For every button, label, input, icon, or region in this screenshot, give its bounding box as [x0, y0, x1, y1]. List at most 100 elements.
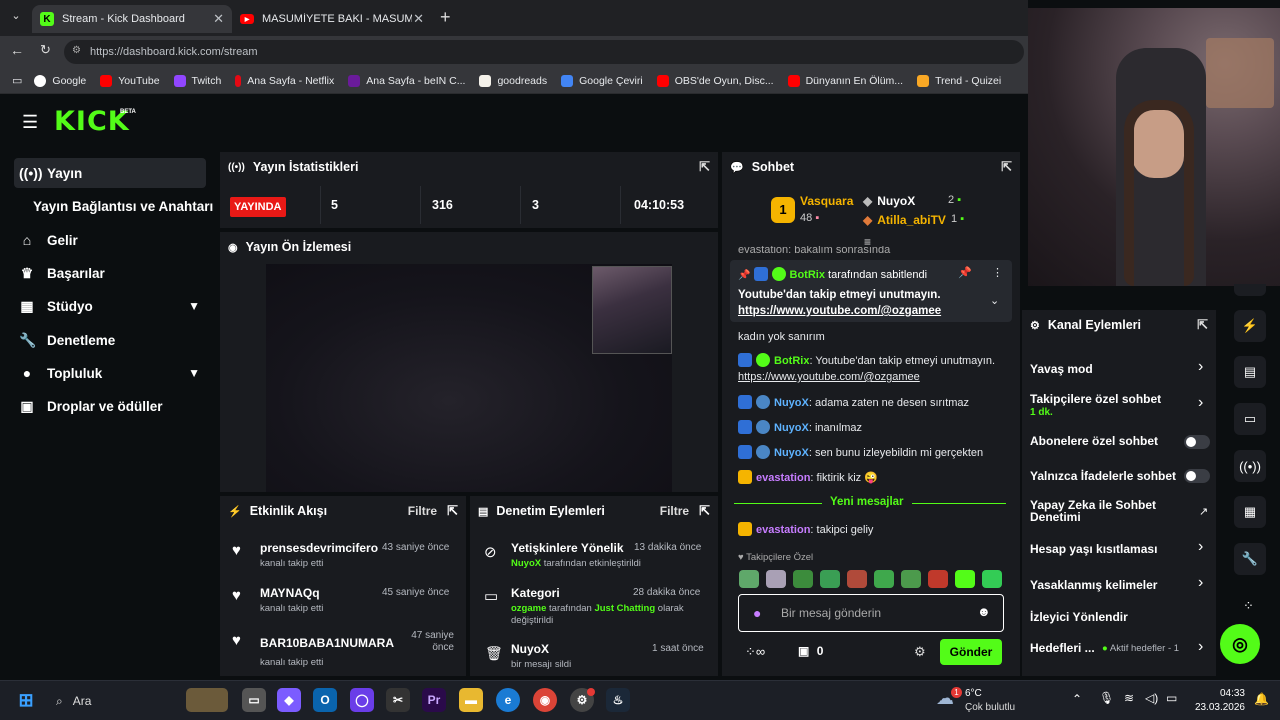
clock-date[interactable]: 23.03.2026 — [1187, 702, 1245, 713]
tab-search-icon[interactable]: ⌄ — [6, 9, 26, 27]
apps-icon[interactable]: ▭ — [12, 74, 22, 87]
wrench-icon[interactable]: 🔧 — [1234, 543, 1266, 575]
broadcast-icon[interactable]: ((•)) — [1234, 450, 1266, 482]
mod-actor[interactable]: ozgame — [511, 603, 546, 614]
rail-button-partial[interactable] — [1234, 284, 1266, 296]
emoji-icon[interactable]: ☻ — [977, 604, 991, 619]
bookmark-goodreads[interactable]: goodreads — [479, 74, 547, 87]
emote-icon[interactable] — [793, 570, 813, 588]
emote-icon[interactable] — [901, 570, 921, 588]
mod-action-title[interactable]: NuyoX — [511, 642, 549, 656]
site-info-icon[interactable]: ⚙ — [72, 45, 81, 56]
popout-icon[interactable]: ⇱ — [1197, 317, 1208, 333]
chat-username[interactable]: evastation — [756, 524, 810, 536]
action-slow-mode[interactable]: Yavaş mod — [1030, 362, 1210, 376]
chrome-icon[interactable]: ◉ — [533, 688, 557, 712]
emote-icon[interactable] — [982, 570, 1002, 588]
bookmark-google[interactable]: Google — [34, 74, 86, 87]
bookmark-netflix[interactable]: Ana Sayfa - Netflix — [235, 74, 334, 87]
kick-logo[interactable]: KICK — [54, 106, 130, 137]
emote-icon[interactable] — [820, 570, 840, 588]
lightning-icon[interactable]: ⚡ — [1234, 310, 1266, 342]
sidebar-item-droplar[interactable]: ▣ Droplar ve ödüller — [14, 391, 206, 421]
gift-icon[interactable]: ▣ — [798, 644, 809, 658]
drops-icon[interactable]: ⁘ — [1243, 598, 1254, 614]
action-ai-moderation[interactable]: Yapay Zeka ile Sohbet Denetimi — [1030, 499, 1180, 523]
battery-icon[interactable]: ▭ — [1166, 691, 1177, 705]
microphone-icon[interactable]: 🎙 — [1099, 691, 1114, 705]
emote-icon[interactable] — [847, 570, 867, 588]
steam-icon[interactable]: ♨ — [606, 688, 630, 712]
sidebar-item-denetleme[interactable]: 🔧 Denetleme — [14, 325, 206, 355]
tab-close-icon[interactable]: ✕ — [213, 11, 224, 27]
chat-username[interactable]: NuyoX — [774, 422, 809, 434]
windows-start-icon[interactable]: ⊞ — [14, 688, 38, 712]
task-view-icon[interactable]: ▭ — [242, 688, 266, 712]
drops-icon[interactable]: ⁘∞ — [745, 644, 765, 660]
chat-message-input[interactable]: ● Bir mesaj gönderin ☻ — [738, 594, 1004, 632]
chevron-up-icon[interactable]: ⌃ — [1072, 692, 1082, 706]
chevron-right-icon[interactable]: › — [1198, 394, 1203, 412]
more-icon[interactable]: ⋮ — [992, 266, 1003, 279]
pinned-user[interactable]: BotRix — [790, 269, 825, 281]
back-icon[interactable]: ← — [10, 42, 24, 58]
bookmark-dunya[interactable]: Dünyanın En Ölüm... — [787, 74, 903, 87]
sidebar-item-studyo[interactable]: ▦ Stüdyo ▼ — [14, 291, 206, 321]
volume-icon[interactable]: ◁) — [1145, 691, 1158, 705]
microphone-icon[interactable]: ● — [753, 605, 761, 621]
bookmark-youtube[interactable]: YouTube — [100, 74, 160, 87]
action-subscribers-only[interactable]: Abonelere özel sohbet — [1030, 434, 1210, 448]
leaderboard-name[interactable]: Atilla_abiTV — [877, 213, 946, 227]
emote-icon[interactable] — [955, 570, 975, 588]
tab-youtube-video[interactable]: ▶ MASUMİYETE BAKI - MASUMİYET ✕ — [232, 5, 432, 33]
bookmark-bein[interactable]: Ana Sayfa - beIN C... — [348, 74, 465, 87]
bookmark-obs[interactable]: OBS'de Oyun, Disc... — [656, 74, 774, 87]
send-button[interactable]: Gönder — [940, 639, 1002, 665]
action-raid[interactable]: İzleyici Yönlendir — [1030, 610, 1210, 624]
emote-icon[interactable] — [766, 570, 786, 588]
action-followers-only[interactable]: Takipçilere özel sohbet — [1030, 392, 1210, 406]
edge-icon[interactable]: e — [496, 688, 520, 712]
leaderboard-name[interactable]: NuyoX — [877, 194, 915, 208]
pinned-message[interactable]: 📌 BotRix tarafından sabitlendi 📌 ⋮ Youtu… — [730, 260, 1012, 322]
sidebar-item-yayin[interactable]: ((•)) Yayın — [14, 158, 206, 188]
chat-username[interactable]: evastation — [756, 472, 810, 484]
subscribers-only-toggle[interactable] — [1184, 435, 1210, 449]
action-account-age[interactable]: Hesap yaşı kısıtlaması — [1030, 542, 1210, 556]
bookmark-quizei[interactable]: Trend - Quizei — [917, 74, 1001, 87]
follower-name[interactable]: BAR10BABA1NUMARA — [260, 636, 394, 650]
file-explorer-icon[interactable]: ▬ — [459, 688, 483, 712]
support-chat-icon[interactable]: ◎ — [1220, 624, 1260, 664]
obs-icon[interactable]: ◯ — [350, 688, 374, 712]
bookmark-twitch[interactable]: Twitch — [173, 74, 221, 87]
copilot-icon[interactable]: ◆ — [277, 688, 301, 712]
message-link[interactable]: https://www.youtube.com/@ozgamee — [738, 371, 920, 383]
action-banned-words[interactable]: Yasaklanmış kelimeler — [1030, 578, 1210, 592]
chevron-right-icon[interactable]: › — [1198, 538, 1203, 556]
chat-bubble-icon[interactable]: ▭ — [1234, 403, 1266, 435]
sidebar-item-basarilar[interactable]: ♛ Başarılar — [14, 258, 206, 288]
chevron-right-icon[interactable]: › — [1198, 574, 1203, 592]
emotes-only-toggle[interactable] — [1184, 469, 1210, 483]
gear-icon[interactable]: ⚙ — [914, 644, 926, 660]
clock-time[interactable]: 04:33 — [1193, 688, 1245, 699]
premiere-icon[interactable]: Pr — [422, 688, 446, 712]
filter-button[interactable]: Filtre — [660, 504, 689, 518]
outlook-icon[interactable]: O — [313, 688, 337, 712]
follower-name[interactable]: prensesdevrimcifero — [260, 541, 378, 555]
chevron-right-icon[interactable]: › — [1198, 358, 1203, 376]
sidebar-item-topluluk[interactable]: ● Topluluk ▼ — [14, 358, 206, 388]
new-messages-label[interactable]: Yeni mesajlar — [822, 496, 912, 508]
layout-icon[interactable]: ▦ — [1234, 496, 1266, 528]
popout-icon[interactable]: ⇱ — [447, 503, 458, 519]
action-emotes-only[interactable]: Yalnızca İfadelerle sohbet — [1030, 469, 1210, 483]
filter-button[interactable]: Filtre — [408, 504, 437, 518]
reload-icon[interactable]: ↻ — [40, 42, 51, 58]
tab-close-icon[interactable]: ✕ — [413, 11, 424, 27]
chat-username[interactable]: NuyoX — [774, 447, 809, 459]
chevron-right-icon[interactable]: › — [1198, 638, 1203, 656]
tab-kick-dashboard[interactable]: K Stream - Kick Dashboard ✕ — [32, 5, 232, 33]
popout-icon[interactable]: ⇱ — [699, 159, 710, 175]
emote-icon[interactable] — [874, 570, 894, 588]
emote-icon[interactable] — [739, 570, 759, 588]
